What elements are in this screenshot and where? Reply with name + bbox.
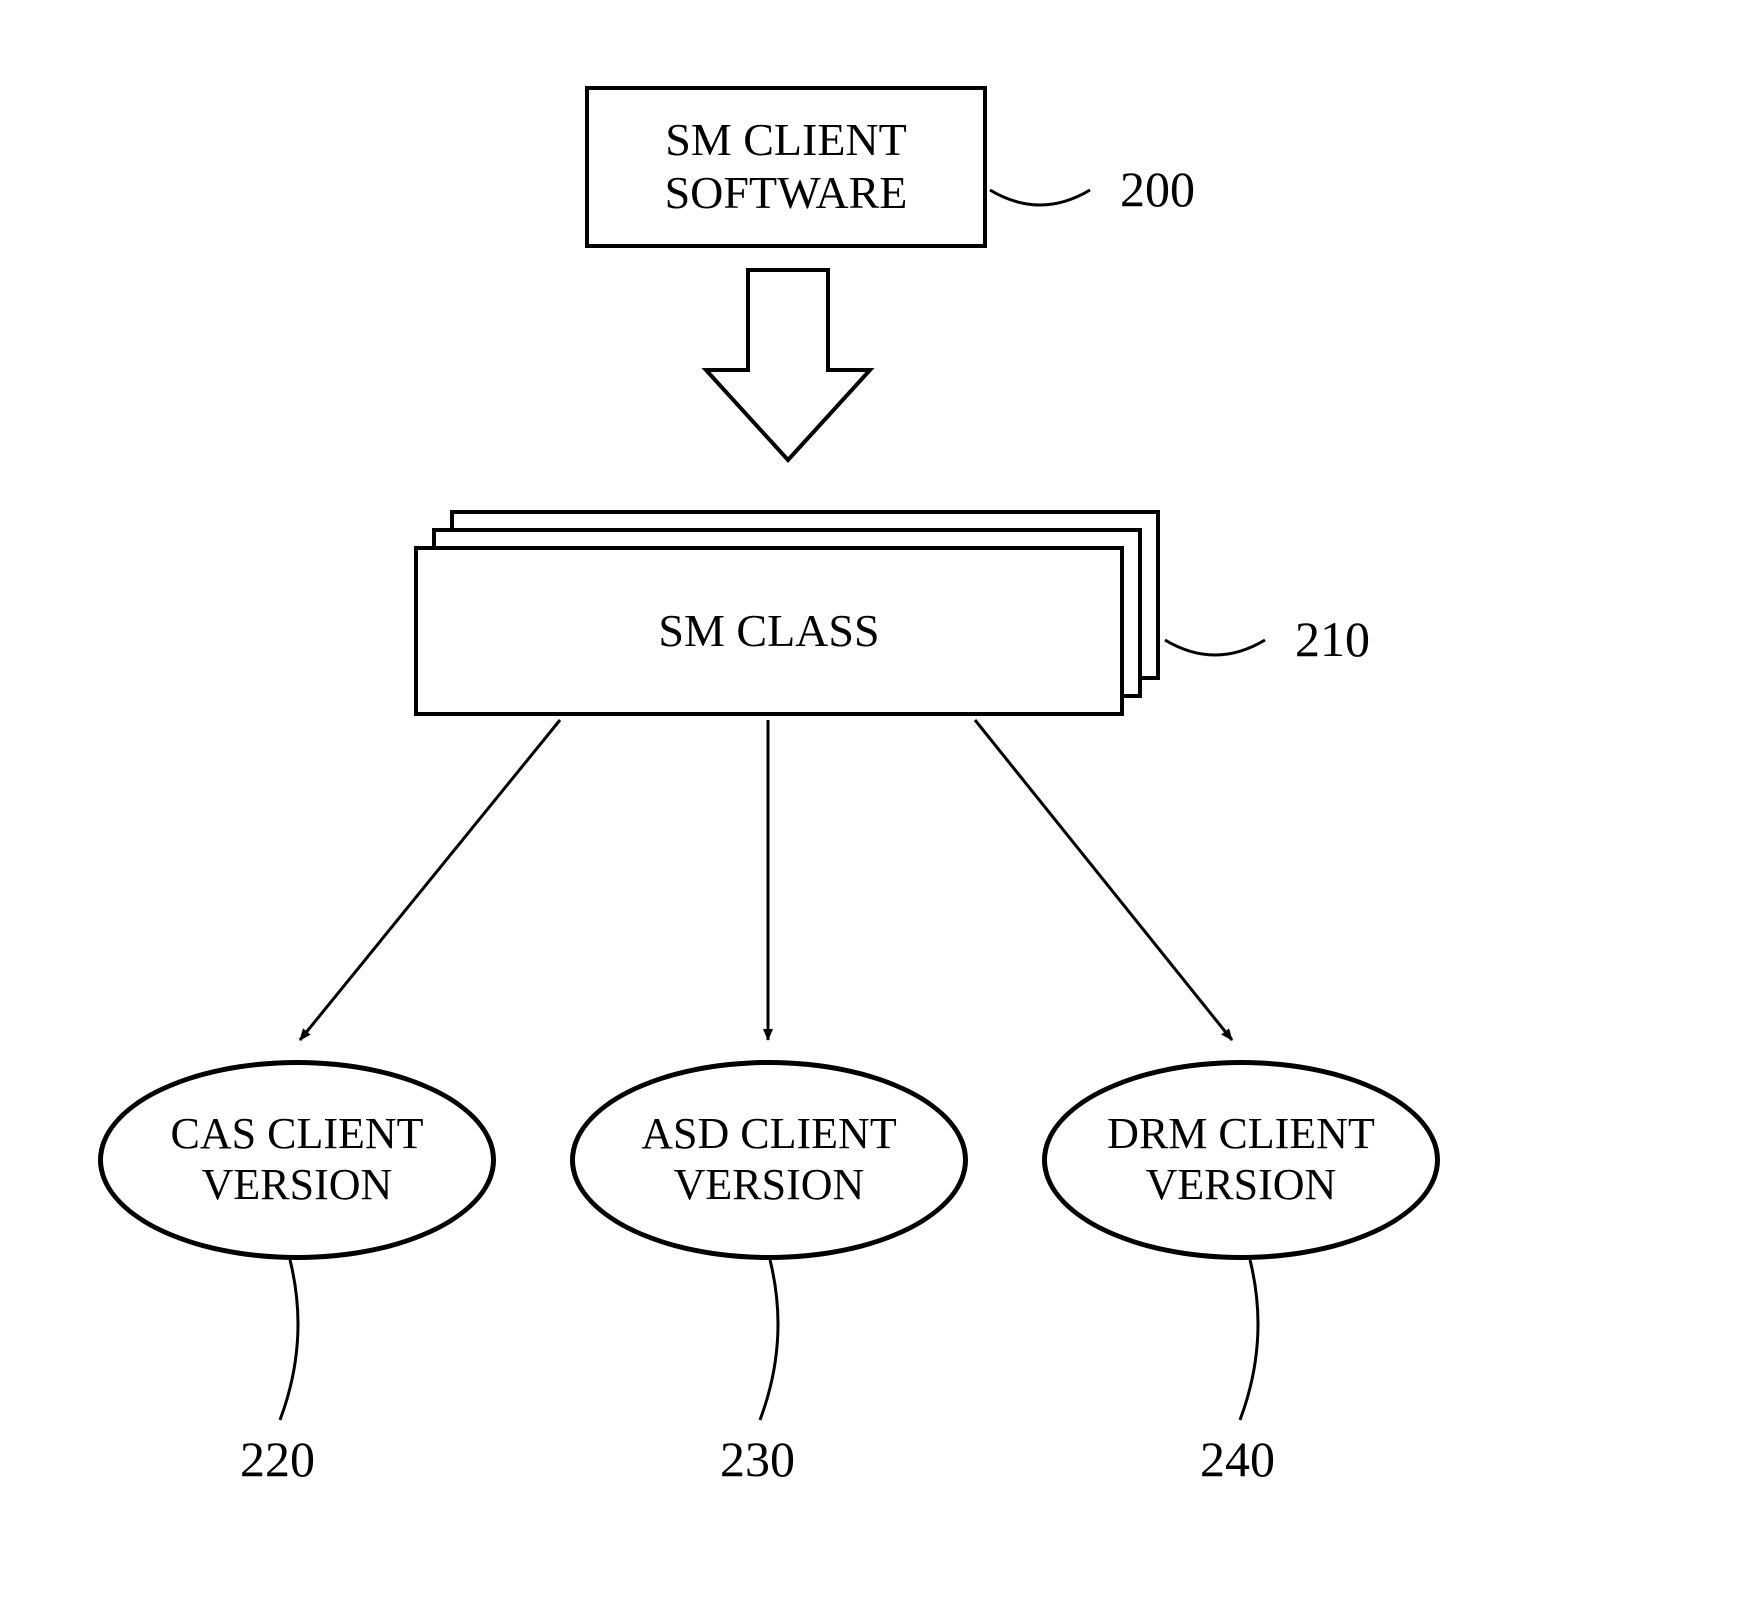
ref-220: 220 [240,1430,315,1488]
sm-class-label: SM CLASS [658,605,879,658]
asd-client-version-node: ASD CLIENT VERSION [570,1060,968,1260]
sm-client-software-label: SM CLIENT SOFTWARE [665,114,908,220]
drm-client-version-label: DRM CLIENT VERSION [1107,1109,1375,1210]
cas-client-version-label: CAS CLIENT VERSION [171,1109,424,1210]
diagram-canvas: SM CLIENT SOFTWARE SM CLASS CAS CLIENT V… [0,0,1737,1608]
ref-210: 210 [1295,610,1370,668]
ref-240: 240 [1200,1430,1275,1488]
ref-230: 230 [720,1430,795,1488]
asd-client-version-label: ASD CLIENT VERSION [641,1109,896,1210]
ref-200: 200 [1120,160,1195,218]
sm-class-box: SM CLASS [414,546,1124,716]
drm-client-version-node: DRM CLIENT VERSION [1042,1060,1440,1260]
sm-client-software-box: SM CLIENT SOFTWARE [585,86,987,248]
cas-client-version-node: CAS CLIENT VERSION [98,1060,496,1260]
